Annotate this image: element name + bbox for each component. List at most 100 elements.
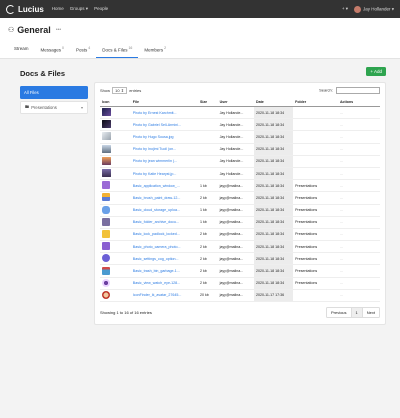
brand-logo[interactable]: Lucius [6,4,44,14]
table-row[interactable]: Photo by Gabriel Sell-Armini... Jay Holla… [100,118,380,132]
actions-cell[interactable]: ... [337,143,380,156]
actions-cell[interactable]: ... [337,118,380,132]
actions-cell[interactable]: ... [337,240,380,254]
prev-button[interactable]: Previous [327,308,352,317]
actions-cell[interactable]: ... [337,130,380,144]
create-menu[interactable]: + ▾ [342,6,348,12]
actions-cell[interactable]: ... [337,277,380,290]
date-cell: 2020-11-18 18:34 [253,155,294,168]
file-cell[interactable]: Basic_view_watch_eye-128... [130,277,198,290]
nav-people[interactable]: People [94,6,108,12]
avatar-icon [102,290,110,299]
folder-cell [293,289,338,303]
actions-cell[interactable]: ... [337,167,380,181]
files-main: + Add Show 10 ⇕ entries Search: Icon File… [94,66,386,325]
file-cell[interactable]: Photo by Inojimi Tuoil (on... [130,143,198,156]
folder-cell [293,130,338,144]
actions-cell[interactable]: ... [337,191,380,205]
actions-cell[interactable]: ... [337,252,380,266]
user-menu[interactable]: Jay Hollander ▾ [353,5,394,13]
table-row[interactable]: Basic_folder_archive_docu... 1 kb jayy@mal… [100,216,380,229]
page-length-select[interactable]: 10 ⇕ [112,86,128,94]
table-row[interactable]: Photo by Ernest Karchmit... Jay Hollande.… [100,106,380,120]
icon-cell [100,130,131,144]
tab-posts[interactable]: Posts4 [70,43,96,58]
table-row[interactable]: Basic_view_watch_eye-128... 2 kb jayy@mali… [100,277,380,290]
table-row[interactable]: Basic_application_window_... 1 kb jayy@mal… [100,179,380,193]
sidebar-item-all-files[interactable]: All Files [20,85,88,99]
actions-cell[interactable]: ... [337,155,380,168]
file-cell[interactable]: Photo by Ernest Karchmit... [130,106,198,120]
file-cell[interactable]: Photo by Gabriel Sell-Armini... [130,118,198,132]
next-button[interactable]: Next [363,308,379,317]
search: Search: [319,86,380,94]
files-table: Icon File Size User Date Folder Actions Photo … [100,97,380,303]
table-row[interactable]: Basic_cloud_storage_uploa... 1 kb jayy@mal… [100,204,380,217]
sidebar-item-presentations[interactable]: 🖿 Presentations ▾ [20,100,88,114]
file-cell[interactable]: Photo by Katie Hearyst.jp... [130,167,198,181]
file-cell[interactable]: Basic_photo_camera_photo... [130,240,198,254]
actions-cell[interactable]: ... [337,106,380,120]
actions-cell[interactable]: ... [337,204,380,217]
file-cell[interactable]: Basic_trash_bin_garbage-1... [130,264,198,278]
actions-cell[interactable]: ... [337,264,380,278]
nav-home[interactable]: Home [52,6,64,12]
table-row[interactable]: Basic_photo_camera_photo... 2 kb jayy@mali… [100,240,380,254]
title-menu[interactable]: ••• [56,27,61,33]
search-input[interactable] [336,86,380,94]
table-row[interactable]: Basic_lock_padlock_locked... 2 kb jayy@mal… [100,228,380,242]
table-row[interactable]: Photo by Hugo Sousa.jpg Jay Hollande... 20… [100,130,380,144]
column-header-size[interactable]: Size [197,97,218,107]
column-header-icon[interactable]: Icon [100,97,131,107]
file-cell[interactable]: Basic_cloud_storage_uploa... [130,204,198,217]
tab-stream[interactable]: Stream [8,43,35,58]
column-header-folder[interactable]: Folder [293,97,338,107]
icon-cell [100,289,131,303]
file-cell[interactable]: IconFinder_ik_avatar_27645... [130,289,198,303]
column-header-file[interactable]: File [130,97,198,107]
nav-groups[interactable]: Groups ▾ [70,6,88,12]
actions-cell[interactable]: ... [337,228,380,242]
avatar [353,5,361,13]
size-cell: 1 kb [197,216,218,229]
tab-docs-files[interactable]: Docs & Files16 [96,43,139,58]
actions-cell[interactable]: ... [337,179,380,193]
folder-cell: Presentations [293,264,338,278]
file-cell[interactable]: Basic_brush_paint_draw-12... [130,191,198,205]
table-info: Showing 1 to 16 of 16 entries [100,310,152,315]
tab-messages[interactable]: Messages0 [35,43,70,58]
photo-dark-icon [102,120,111,129]
user-cell: Jay Hollande... [217,167,254,181]
actions-cell[interactable]: ... [337,289,380,303]
tab-members[interactable]: Members2 [138,43,172,58]
column-header-user[interactable]: User [217,97,254,107]
chevron-down-icon[interactable]: ▾ [81,105,83,110]
file-cell[interactable]: Photo by jean wimmerlin (... [130,155,198,168]
table-row[interactable]: Basic_settings_cog_option... 2 kb jayy@mal… [100,252,380,266]
tab-label: Members [144,47,164,53]
brand-name: Lucius [18,4,44,14]
column-header-date[interactable]: Date [253,97,294,107]
size-cell: 2 kb [197,240,218,254]
table-row[interactable]: Photo by Katie Hearyst.jp... Jay Hollande… [100,167,380,181]
table-row[interactable]: Basic_brush_paint_draw-12... 2 kb jayy@mal… [100,191,380,205]
icon-cell [100,118,131,132]
file-cell[interactable]: Basic_lock_padlock_locked... [130,228,198,242]
table-row[interactable]: Photo by Inojimi Tuoil (on... Jay Holland… [100,143,380,156]
folder-cell: Presentations [293,228,338,242]
size-cell: 2 kb [197,191,218,205]
content: Docs & Files All Files 🖿 Presentations ▾… [0,59,400,325]
file-cell[interactable]: Basic_application_window_... [130,179,198,193]
file-cell[interactable]: Photo by Hugo Sousa.jpg [130,130,198,144]
table-row[interactable]: Basic_trash_bin_garbage-1... 2 kb jayy@mal… [100,264,380,278]
actions-cell[interactable]: ... [337,216,380,229]
file-cell[interactable]: Basic_settings_cog_option... [130,252,198,266]
icon-cell [100,191,131,205]
add-button[interactable]: + Add [366,66,386,76]
page-1-button[interactable]: 1 [351,308,363,317]
column-header-actions[interactable]: Actions [337,97,380,107]
file-cell[interactable]: Basic_folder_archive_docu... [130,216,198,229]
table-row[interactable]: IconFinder_ik_avatar_27645... 20 kb jayy@m… [100,289,380,303]
table-row[interactable]: Photo by jean wimmerlin (... Jay Hollande… [100,155,380,168]
user-cell: Jay Hollande... [217,155,254,168]
